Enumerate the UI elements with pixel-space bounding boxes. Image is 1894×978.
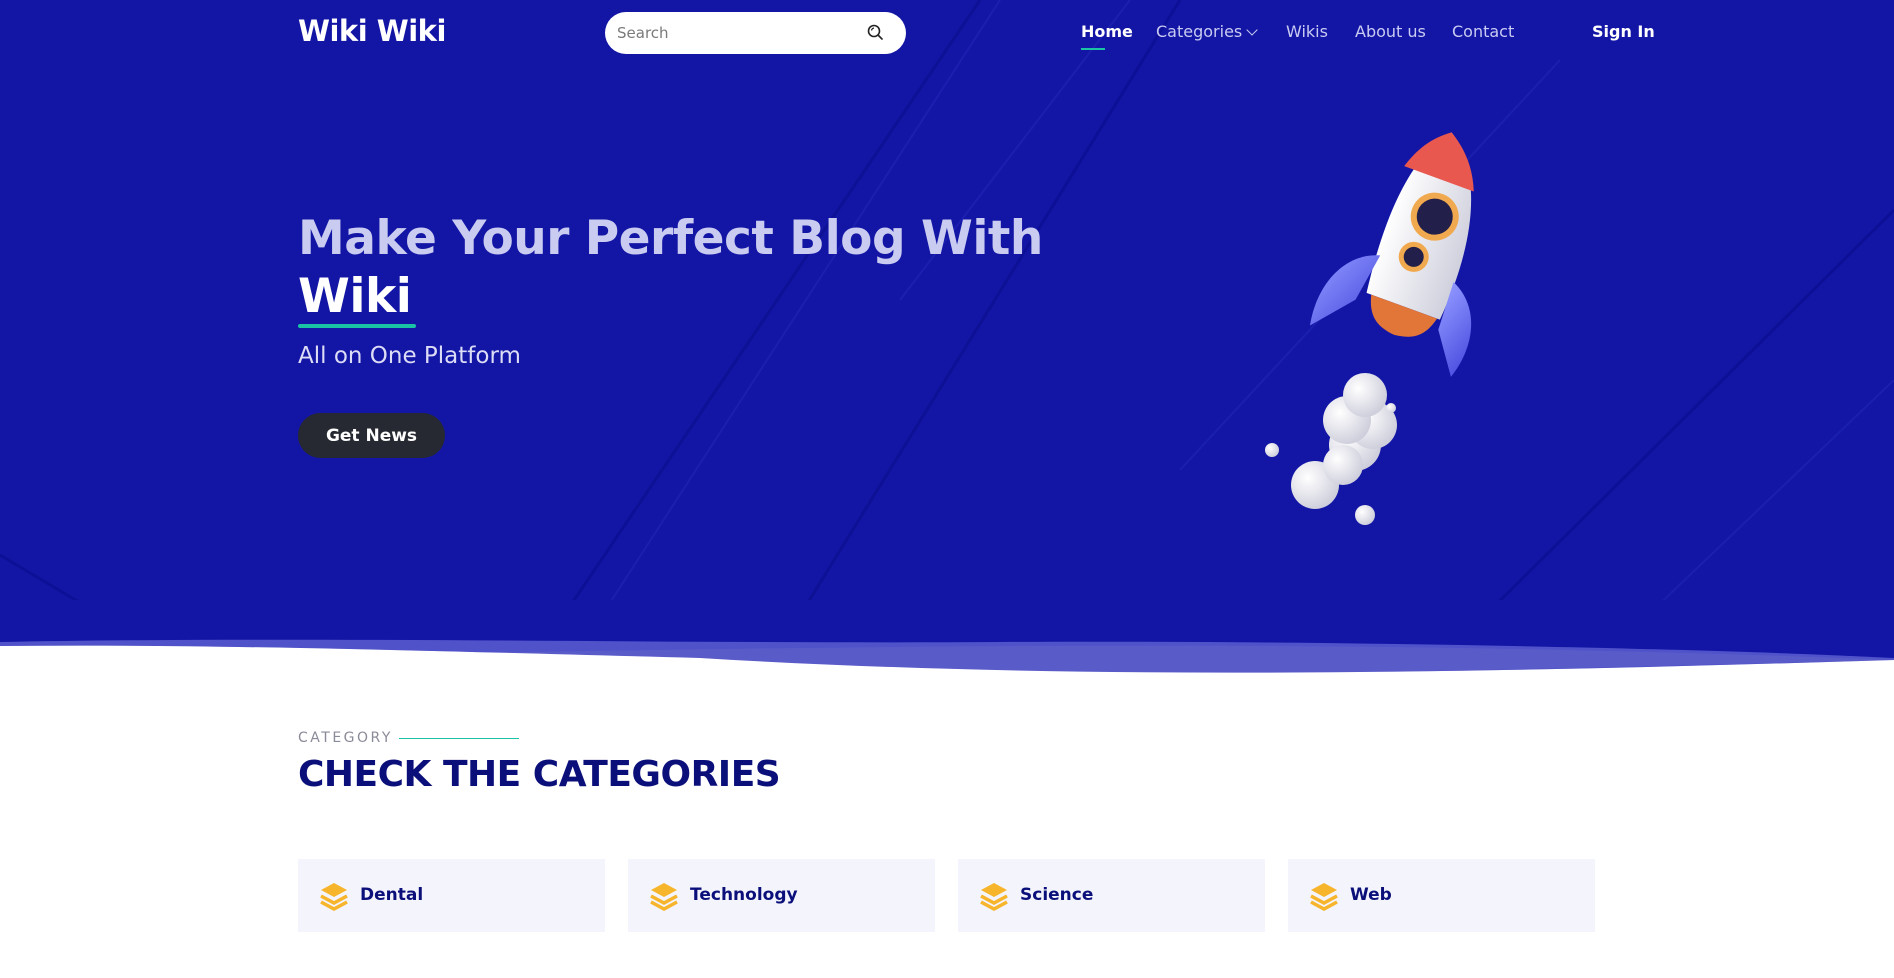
nav-categories-label: Categories [1156, 22, 1243, 41]
category-label: Science [1020, 885, 1094, 905]
nav-about-us[interactable]: About us [1355, 22, 1426, 44]
hero-title-underline [298, 324, 416, 328]
get-news-button[interactable]: Get News [298, 413, 445, 458]
rocket-smoke [1265, 373, 1397, 525]
category-card-technology[interactable]: Technology [628, 859, 935, 932]
search-box [605, 12, 906, 54]
category-label: Technology [690, 885, 798, 905]
chevron-down-icon [1246, 24, 1258, 36]
eyebrow-divider [399, 738, 519, 739]
category-card-dental[interactable]: Dental [298, 859, 605, 932]
hero-subtitle: All on One Platform [298, 343, 521, 369]
rocket-illustration [1265, 132, 1474, 525]
layers-icon [320, 883, 348, 911]
hero-title-accent: Wiki [298, 269, 412, 324]
nav-categories[interactable]: Categories [1156, 22, 1258, 44]
category-label: Dental [360, 885, 424, 905]
navbar: Wiki Wiki Home Categories Wikis About us… [0, 0, 1894, 66]
site-logo[interactable]: Wiki Wiki [298, 14, 446, 48]
nav-wikis[interactable]: Wikis [1286, 22, 1328, 44]
hero-title-line: Make Your Perfect Blog With [298, 211, 1043, 266]
category-card-science[interactable]: Science [958, 859, 1265, 932]
layers-icon [650, 883, 678, 911]
section-eyebrow: CATEGORY [298, 730, 393, 746]
nav-home[interactable]: Home [1081, 22, 1133, 44]
hero-wave-divider [0, 600, 1894, 690]
search-input[interactable] [617, 12, 857, 54]
layers-icon [980, 883, 1008, 911]
sign-in-link[interactable]: Sign In [1592, 22, 1655, 41]
section-title: CHECK THE CATEGORIES [298, 754, 781, 795]
hero-title: Make Your Perfect Blog With Wiki [298, 210, 1098, 326]
nav-active-indicator [1081, 48, 1105, 50]
nav-contact[interactable]: Contact [1452, 22, 1514, 44]
hero-section: Wiki Wiki Home Categories Wikis About us… [0, 0, 1894, 680]
category-label: Web [1350, 885, 1392, 905]
search-icon[interactable] [866, 23, 884, 41]
category-card-web[interactable]: Web [1288, 859, 1595, 932]
layers-icon [1310, 883, 1338, 911]
hero-background-lines [0, 0, 1894, 680]
